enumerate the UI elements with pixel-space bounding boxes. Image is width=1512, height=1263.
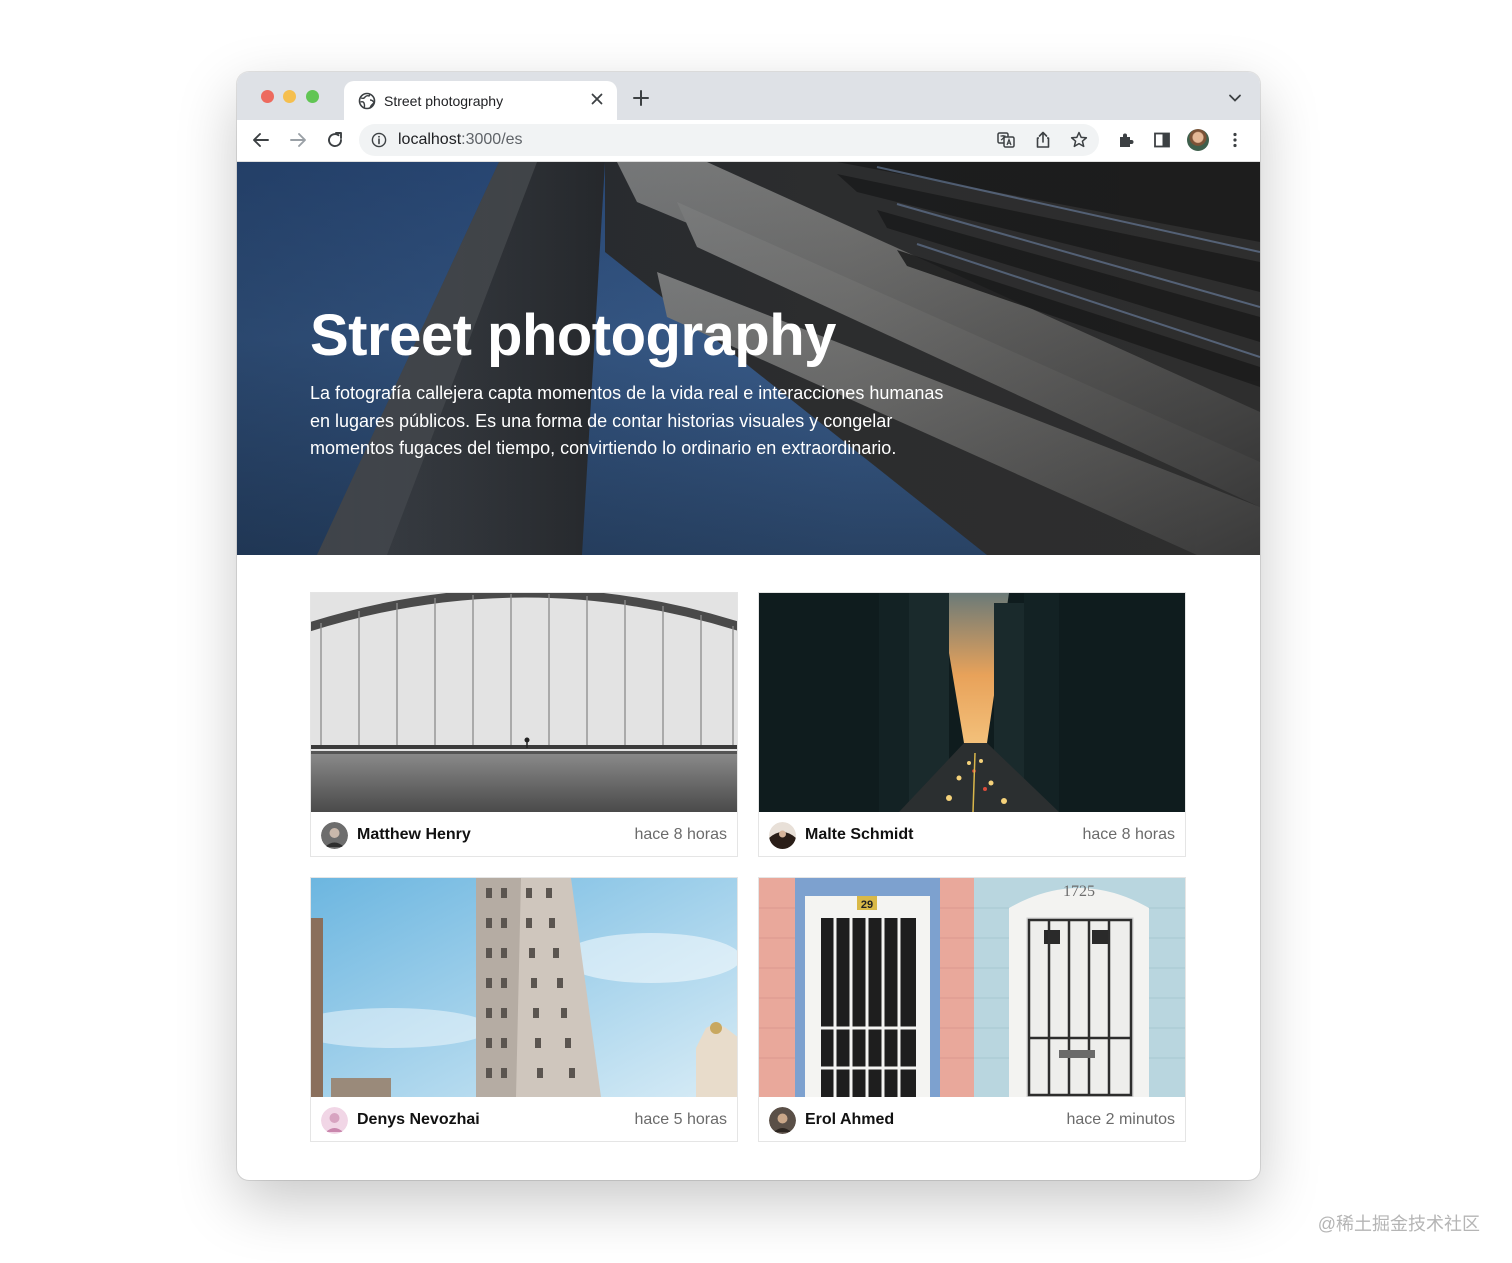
photo-card[interactable]: Denys Nevozhai hace 5 horas (310, 877, 738, 1142)
plus-icon[interactable] (632, 89, 650, 107)
author-name[interactable]: Denys Nevozhai (357, 1111, 480, 1129)
browser-window: Street photography localhost:3000/es Str… (237, 72, 1260, 1180)
side-panel-icon[interactable] (1152, 130, 1172, 150)
author-avatar[interactable] (321, 822, 348, 849)
translate-icon[interactable] (996, 130, 1016, 150)
author-avatar[interactable] (321, 1107, 348, 1134)
url-host: localhost (398, 131, 462, 148)
photo-card[interactable]: 29 1725 Erol Ahmed hace 2 minutos (758, 877, 1186, 1142)
extensions-icon[interactable] (1116, 130, 1136, 150)
close-icon[interactable] (587, 89, 607, 109)
photo-card[interactable]: Matthew Henry hace 8 horas (310, 592, 738, 857)
reload-icon[interactable] (325, 130, 345, 150)
author-avatar[interactable] (769, 822, 796, 849)
address-bar[interactable]: localhost:3000/es (359, 124, 1099, 156)
card-photo-bridge[interactable] (311, 593, 737, 812)
author-name[interactable]: Erol Ahmed (805, 1111, 894, 1129)
tab-strip: Street photography (237, 72, 1260, 120)
post-time: hace 2 minutos (1066, 1111, 1175, 1128)
hero-description: La fotografía callejera capta momentos d… (310, 383, 944, 458)
city-street-image (759, 593, 1185, 812)
tab-title: Street photography (384, 93, 504, 109)
info-icon[interactable] (371, 132, 387, 148)
card-photo-doors[interactable]: 29 1725 (759, 878, 1185, 1097)
minimize-window-button[interactable] (283, 90, 296, 103)
building-image (311, 878, 737, 1097)
watermark: @稀土掘金技术社区 (1317, 1214, 1480, 1234)
hero-title: Street photography (310, 303, 836, 368)
door-number-left: 29 (861, 899, 873, 911)
back-icon[interactable] (251, 130, 271, 150)
url-text[interactable]: localhost:3000/es (398, 131, 523, 149)
card-photo-city[interactable] (759, 593, 1185, 812)
forward-icon[interactable] (288, 130, 308, 150)
door-number-right: 1725 (1063, 883, 1095, 900)
hero-banner: Street photography La fotografía calleje… (237, 162, 1260, 555)
photo-card[interactable]: Malte Schmidt hace 8 horas (758, 592, 1186, 857)
post-time: hace 5 horas (634, 1111, 727, 1128)
chevron-down-icon[interactable] (1228, 92, 1242, 104)
author-name[interactable]: Malte Schmidt (805, 826, 913, 844)
bridge-image (311, 593, 737, 812)
close-window-button[interactable] (261, 90, 274, 103)
maximize-window-button[interactable] (306, 90, 319, 103)
profile-avatar[interactable] (1187, 129, 1209, 151)
post-time: hace 8 horas (1082, 826, 1175, 843)
browser-toolbar: localhost:3000/es (237, 120, 1260, 162)
more-icon[interactable] (1225, 130, 1245, 150)
share-icon[interactable] (1033, 130, 1053, 150)
tab-street-photography[interactable]: Street photography (344, 81, 617, 120)
star-icon[interactable] (1069, 130, 1089, 150)
url-path: :3000/es (461, 131, 523, 148)
author-avatar[interactable] (769, 1107, 796, 1134)
globe-icon (358, 92, 376, 110)
card-photo-building[interactable] (311, 878, 737, 1097)
post-time: hace 8 horas (634, 826, 727, 843)
doors-image: 29 1725 (759, 878, 1185, 1097)
author-name[interactable]: Matthew Henry (357, 826, 471, 844)
